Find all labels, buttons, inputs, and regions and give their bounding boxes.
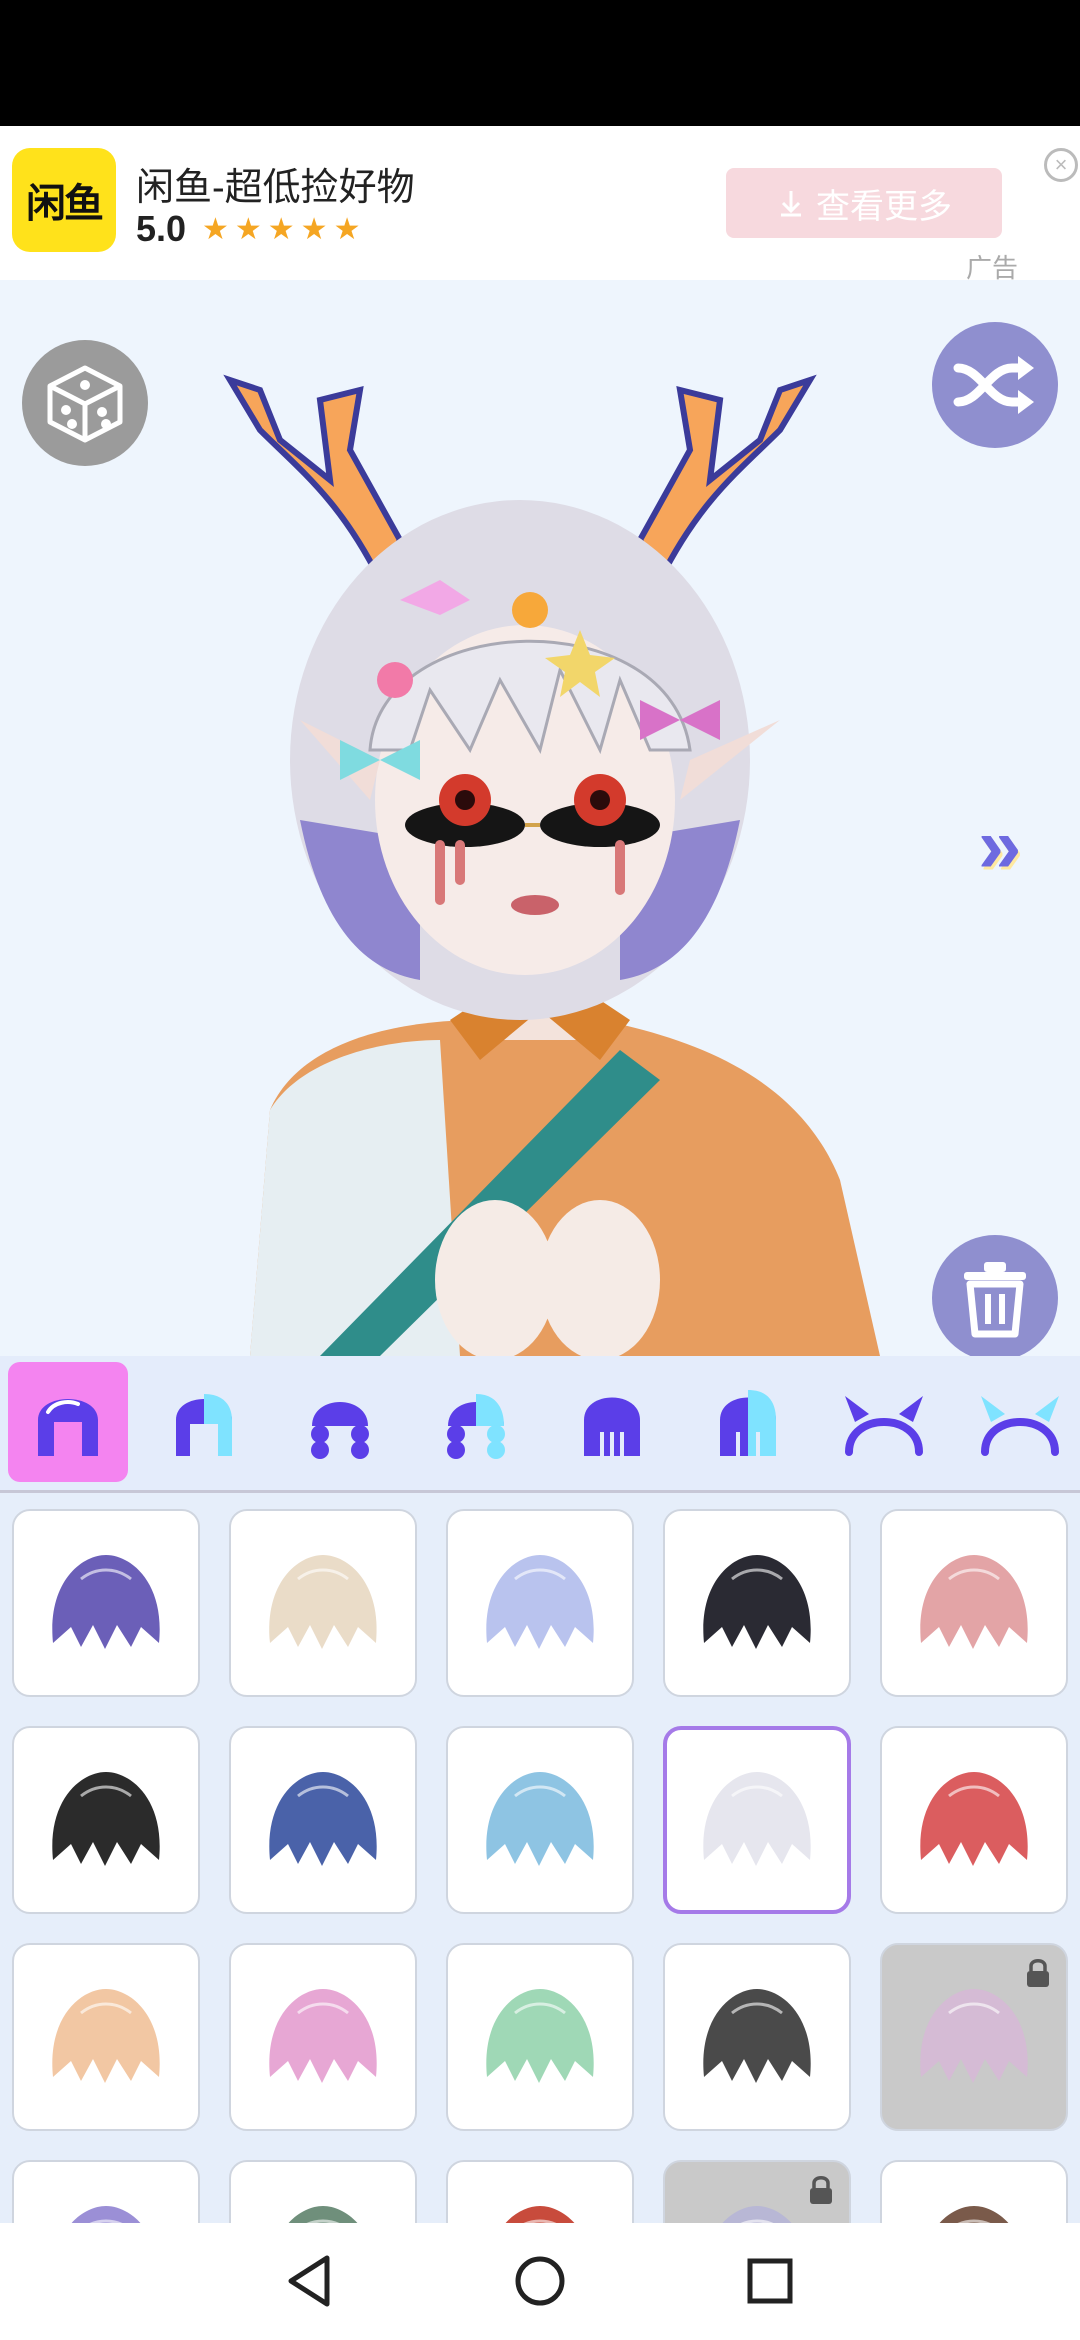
ad-rating: 5.0	[136, 208, 187, 249]
hair-option-18[interactable]	[446, 2160, 634, 2223]
hair-thumbnail-icon	[703, 1772, 811, 1866]
hair-option-14[interactable]	[663, 1943, 851, 2131]
headband-horns-2-icon	[981, 1396, 1059, 1456]
hair-option-16[interactable]	[12, 2160, 200, 2223]
hair-style-4-icon	[447, 1394, 505, 1459]
hair-option-6[interactable]	[12, 1726, 200, 1914]
hair-option-17[interactable]	[229, 2160, 417, 2223]
lock-icon	[810, 2176, 832, 2204]
tab-hair-5[interactable]	[552, 1362, 672, 1482]
hair-option-15[interactable]	[880, 1943, 1068, 2131]
hair-style-6-icon	[720, 1390, 776, 1456]
hair-style-1-icon	[38, 1399, 98, 1456]
navigation-bar	[0, 2223, 1080, 2340]
hair-thumbnail-icon	[71, 2206, 141, 2223]
random-dice-button[interactable]	[22, 340, 148, 466]
hair-option-2[interactable]	[229, 1509, 417, 1697]
hair-option-4[interactable]	[663, 1509, 851, 1697]
hair-style-3-icon	[311, 1402, 369, 1459]
hair-option-13[interactable]	[446, 1943, 634, 2131]
tab-hair-4[interactable]	[416, 1362, 536, 1482]
hair-option-7[interactable]	[229, 1726, 417, 1914]
hair-thumbnail-icon	[505, 2206, 575, 2223]
hair-option-3[interactable]	[446, 1509, 634, 1697]
hair-thumbnail-icon	[269, 1555, 377, 1649]
hair-thumbnail-icon	[269, 1989, 377, 2083]
hair-thumbnail-icon	[703, 1989, 811, 2083]
character-canvas: »	[0, 280, 1080, 1356]
hair-thumbnail-icon	[52, 1772, 160, 1866]
lock-icon	[1027, 1959, 1049, 1987]
hair-thumbnail-icon	[920, 1555, 1028, 1649]
hair-option-10[interactable]	[880, 1726, 1068, 1914]
ad-close-icon[interactable]: ×	[1044, 148, 1078, 182]
hair-style-2-icon	[176, 1394, 232, 1456]
back-nav-button[interactable]	[280, 2251, 340, 2311]
hair-grid	[0, 1493, 1080, 2223]
hair-option-20[interactable]	[880, 2160, 1068, 2223]
back-triangle-icon	[288, 2255, 330, 2307]
hair-thumbnail-icon	[939, 2206, 1009, 2223]
hair-thumbnail-icon	[920, 1772, 1028, 1866]
ad-app-logo[interactable]: 闲鱼	[12, 148, 116, 252]
category-tabs	[0, 1356, 1080, 1493]
trash-icon	[964, 1262, 1026, 1338]
hair-thumbnail-icon	[52, 1989, 160, 2083]
headband-horns-icon	[845, 1396, 923, 1456]
ad-title[interactable]: 闲鱼-超低捡好物	[136, 156, 415, 211]
status-bar	[0, 0, 1080, 126]
hair-option-5[interactable]	[880, 1509, 1068, 1697]
hair-option-11[interactable]	[12, 1943, 200, 2131]
hair-thumbnail-icon	[288, 2206, 358, 2223]
tab-headband-2[interactable]	[960, 1362, 1080, 1482]
hair-option-19[interactable]	[663, 2160, 851, 2223]
download-icon	[781, 191, 801, 217]
hair-option-9[interactable]	[663, 1726, 851, 1914]
hair-thumbnail-icon	[486, 1555, 594, 1649]
ad-stars: ★★★★★	[202, 213, 367, 246]
hair-option-1[interactable]	[12, 1509, 200, 1697]
hair-option-12[interactable]	[229, 1943, 417, 2131]
home-circle-icon	[515, 2256, 565, 2306]
delete-button[interactable]	[932, 1235, 1058, 1356]
ad-view-more-label: 查看更多	[816, 187, 952, 226]
next-page-icon[interactable]: »	[978, 800, 1022, 891]
recents-square-icon	[747, 2258, 793, 2304]
hair-thumbnail-icon	[920, 1989, 1028, 2083]
tab-hair-6[interactable]	[688, 1362, 808, 1482]
ad-view-more-button[interactable]: 查看更多	[726, 168, 1002, 238]
hair-thumbnail-icon	[52, 1555, 160, 1649]
home-nav-button[interactable]	[510, 2251, 570, 2311]
tab-hair-1[interactable]	[8, 1362, 128, 1482]
hair-thumbnail-icon	[269, 1772, 377, 1866]
dice-icon	[47, 365, 123, 443]
hair-thumbnail-icon	[722, 2206, 792, 2223]
hair-option-8[interactable]	[446, 1726, 634, 1914]
character-illustration	[223, 374, 880, 1356]
tab-hair-2[interactable]	[144, 1362, 264, 1482]
hair-thumbnail-icon	[486, 1989, 594, 2083]
tab-headband-1[interactable]	[824, 1362, 944, 1482]
hair-style-5-icon	[584, 1397, 640, 1456]
recents-nav-button[interactable]	[740, 2251, 800, 2311]
ad-banner[interactable]: 闲鱼 闲鱼-超低捡好物 5.0 ★★★★★ 查看更多 × 广告	[0, 126, 1080, 283]
hair-thumbnail-icon	[703, 1555, 811, 1649]
hair-thumbnail-icon	[486, 1772, 594, 1866]
shuffle-button[interactable]	[932, 322, 1058, 448]
shuffle-icon	[953, 356, 1034, 414]
tab-hair-3[interactable]	[280, 1362, 400, 1482]
